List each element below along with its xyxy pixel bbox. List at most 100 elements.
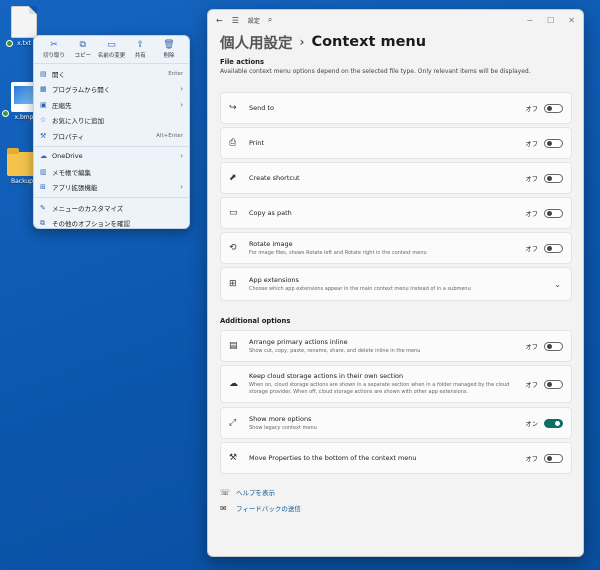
menu-item-compress[interactable]: ▣ 圧縮先 › [34, 97, 189, 113]
setting-card-create-shortcut: ⬈ Create shortcut オフ [220, 162, 572, 194]
toggle-state: オフ [525, 140, 538, 148]
rotate-icon: ⟲ [229, 243, 237, 253]
menu-item-label: プロパティ [52, 132, 85, 141]
compress-icon: ▣ [40, 100, 47, 109]
help-icon: ☏ [220, 487, 231, 497]
menu-item-shortcut: Enter [168, 70, 183, 77]
menu-item-shortcut: Alt+Enter [156, 132, 183, 139]
feedback-link[interactable]: ✉ フィードバックの送信 [220, 503, 301, 514]
copy-icon: ⧉ [79, 40, 86, 50]
copy-button[interactable]: ⧉ コピー [69, 40, 97, 61]
menu-item-notepad[interactable]: ▥ メモ帳で編集 [34, 164, 189, 180]
sync-status-icon [6, 40, 13, 47]
share-arrow-icon: ↪ [229, 103, 237, 113]
section-title-additional-options: Additional options [220, 317, 291, 325]
shortcut-icon: ⬈ [229, 173, 237, 183]
feedback-link-label: フィードバックの送信 [236, 505, 301, 513]
rename-label: 名前の変更 [97, 53, 126, 59]
rename-icon: ▭ [107, 40, 116, 50]
toggle-state: オフ [525, 245, 538, 253]
back-arrow-icon[interactable]: ← [216, 16, 223, 25]
setting-description: Show legacy context menu [249, 424, 317, 431]
maximize-button[interactable]: ☐ [547, 16, 554, 25]
toggle-state: オフ [525, 343, 538, 351]
arrange-icon: ▤ [229, 341, 238, 351]
section-description: Available context menu options depend on… [220, 68, 531, 75]
menu-item-onedrive[interactable]: ☁ OneDrive › [34, 149, 189, 165]
app-extension-icon: ⊞ [229, 279, 237, 289]
toggle-switch-show-more-options[interactable] [544, 418, 563, 428]
menu-item-customize[interactable]: ✎ メニューのカスタマイズ [34, 200, 189, 216]
setting-name: Create shortcut [249, 174, 300, 182]
rename-button[interactable]: ▭ 名前の変更 [98, 40, 126, 61]
toggle-switch-arrange-inline[interactable] [544, 341, 563, 351]
open-with-icon: ▦ [40, 85, 47, 94]
setting-description: For image files, shows Rotate left and R… [249, 249, 427, 256]
cut-label: 切り取り [42, 53, 65, 59]
share-label: 共有 [134, 53, 146, 59]
notepad-icon: ▥ [40, 167, 47, 176]
share-button[interactable]: ⇪ 共有 [126, 40, 154, 61]
divider [34, 197, 189, 198]
open-icon: ▤ [40, 69, 47, 78]
wrench-icon: ⚒ [40, 131, 47, 140]
menu-item-label: 圧縮先 [52, 101, 72, 110]
setting-description: Show cut, copy, paste, rename, share, an… [249, 347, 421, 354]
feedback-icon: ✉ [220, 503, 227, 513]
menu-item-more-options[interactable]: ⧉ その他のオプションを確認 [34, 216, 189, 232]
chevron-down-icon[interactable]: ⌄ [554, 280, 561, 289]
page-title: Context menu [311, 34, 427, 50]
setting-card-move-properties: ⚒ Move Properties to the bottom of the c… [220, 442, 572, 474]
printer-icon: ⎙ [229, 138, 237, 148]
copy-label: コピー [74, 53, 91, 59]
search-icon[interactable]: ⌕ [268, 15, 272, 25]
toggle-switch-print[interactable] [544, 138, 563, 148]
menu-item-open-with[interactable]: ▦ プログラムから開く › [34, 82, 189, 98]
toggle-switch-copy-as-path[interactable] [544, 208, 563, 218]
toggle-state: オフ [525, 381, 538, 389]
setting-card-app-extensions[interactable]: ⊞ App extensions Choose which app extens… [220, 267, 572, 301]
menu-item-open[interactable]: ▤ 開く Enter [34, 66, 189, 82]
setting-name: Rotate image [249, 239, 293, 248]
toggle-switch-move-properties[interactable] [544, 453, 563, 463]
delete-icon: 🗑 [163, 40, 175, 50]
star-icon: ☆ [40, 116, 47, 125]
cloud-icon: ☁ [40, 152, 47, 161]
setting-name: Print [249, 139, 264, 147]
menu-item-properties[interactable]: ⚒ プロパティ Alt+Enter [34, 128, 189, 144]
toggle-state: オフ [525, 175, 538, 183]
setting-name: Show more options [249, 414, 312, 423]
toggle-state: オフ [525, 210, 538, 218]
menu-item-label: アプリ拡張機能 [52, 184, 98, 193]
toggle-switch-create-shortcut[interactable] [544, 173, 563, 183]
setting-name: Arrange primary actions inline [249, 337, 348, 346]
setting-name: Move Properties to the bottom of the con… [249, 454, 417, 462]
breadcrumb: 個人用設定 › Context menu [208, 30, 583, 54]
setting-name: Keep cloud storage actions in their own … [249, 372, 404, 381]
chevron-right-icon: › [180, 152, 183, 161]
menu-item-label: OneDrive [52, 152, 83, 161]
minimize-button[interactable]: − [526, 16, 533, 25]
toggle-switch-rotate-image[interactable] [544, 243, 563, 253]
setting-card-rotate-image: ⟲ Rotate image For image files, shows Ro… [220, 232, 572, 264]
breadcrumb-parent[interactable]: 個人用設定 [220, 32, 293, 53]
close-button[interactable]: ✕ [568, 16, 575, 25]
menu-item-label: プログラムから開く [52, 86, 111, 95]
copy-path-icon: ▭ [229, 208, 238, 218]
more-options-icon: ⧉ [40, 218, 45, 227]
setting-description: Choose which app extensions appear in th… [249, 285, 471, 292]
hamburger-menu-icon[interactable]: ☰ [232, 16, 239, 25]
share-icon: ⇪ [136, 40, 145, 50]
menu-item-label: お気に入りに追加 [52, 117, 104, 126]
setting-name: Copy as path [249, 209, 292, 217]
toggle-switch-cloud-storage[interactable] [544, 379, 563, 389]
title-bar: ← ☰ 設定 ⌕ − ☐ ✕ [208, 10, 583, 30]
menu-item-app-extensions[interactable]: ⊞ アプリ拡張機能 › [34, 180, 189, 196]
toggle-switch-send-to[interactable] [544, 103, 563, 113]
divider [34, 145, 189, 147]
cut-button[interactable]: ✂ 切り取り [40, 40, 68, 61]
help-link[interactable]: ☏ ヘルプを表示 [220, 487, 275, 498]
delete-button[interactable]: 🗑 削除 [155, 40, 183, 61]
menu-item-favorite[interactable]: ☆ お気に入りに追加 [34, 113, 189, 129]
cut-icon: ✂ [50, 40, 58, 50]
